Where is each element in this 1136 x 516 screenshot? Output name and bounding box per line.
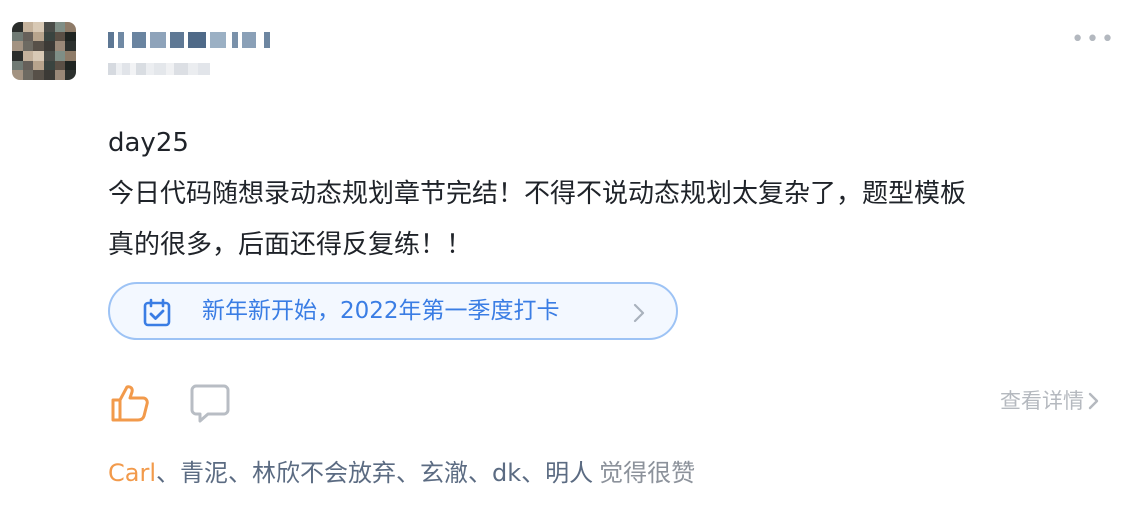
liked-suffix: 觉得很赞: [599, 459, 696, 487]
comment-bubble-icon: [190, 384, 230, 427]
post-content-line: 今日代码随想录动态规划章节完结！不得不说动态规划太复杂了，题型模板: [108, 179, 967, 209]
thumbs-up-icon: [110, 385, 152, 427]
liker-name[interactable]: 玄澈: [420, 459, 468, 487]
calendar-check-icon: [142, 298, 172, 332]
chevron-right-icon: [632, 302, 646, 328]
liker-name[interactable]: dk: [492, 459, 521, 487]
chevron-right-icon: [1088, 392, 1100, 410]
liked-by-list: Carl、青泥、林欣不会放弃、玄澈、dk、明人 觉得很赞: [108, 459, 696, 487]
topic-pill[interactable]: 新年新开始，2022年第一季度打卡: [108, 282, 678, 340]
liker-name[interactable]: 青泥: [180, 459, 228, 487]
subtitle-blurred: [108, 62, 210, 76]
post-content-line: 真的很多，后面还得反复练！！: [108, 230, 473, 260]
more-options-icon[interactable]: •••: [1071, 28, 1116, 52]
liker-name[interactable]: 明人: [545, 459, 593, 487]
post-content: day25 今日代码随想录动态规划章节完结！不得不说动态规划太复杂了，题型模板 …: [108, 118, 1108, 271]
view-details-label: 查看详情: [1000, 389, 1084, 413]
liker-name[interactable]: Carl: [108, 459, 156, 487]
post-content-line: day25: [108, 128, 189, 158]
topic-label: 新年新开始，2022年第一季度打卡: [202, 298, 560, 324]
liker-name[interactable]: 林欣不会放弃: [252, 459, 396, 487]
avatar[interactable]: [12, 22, 76, 80]
username-blurred[interactable]: [108, 28, 270, 52]
comment-button[interactable]: [190, 383, 230, 427]
like-button[interactable]: [110, 383, 152, 427]
view-details-link[interactable]: 查看详情: [1000, 386, 1100, 416]
